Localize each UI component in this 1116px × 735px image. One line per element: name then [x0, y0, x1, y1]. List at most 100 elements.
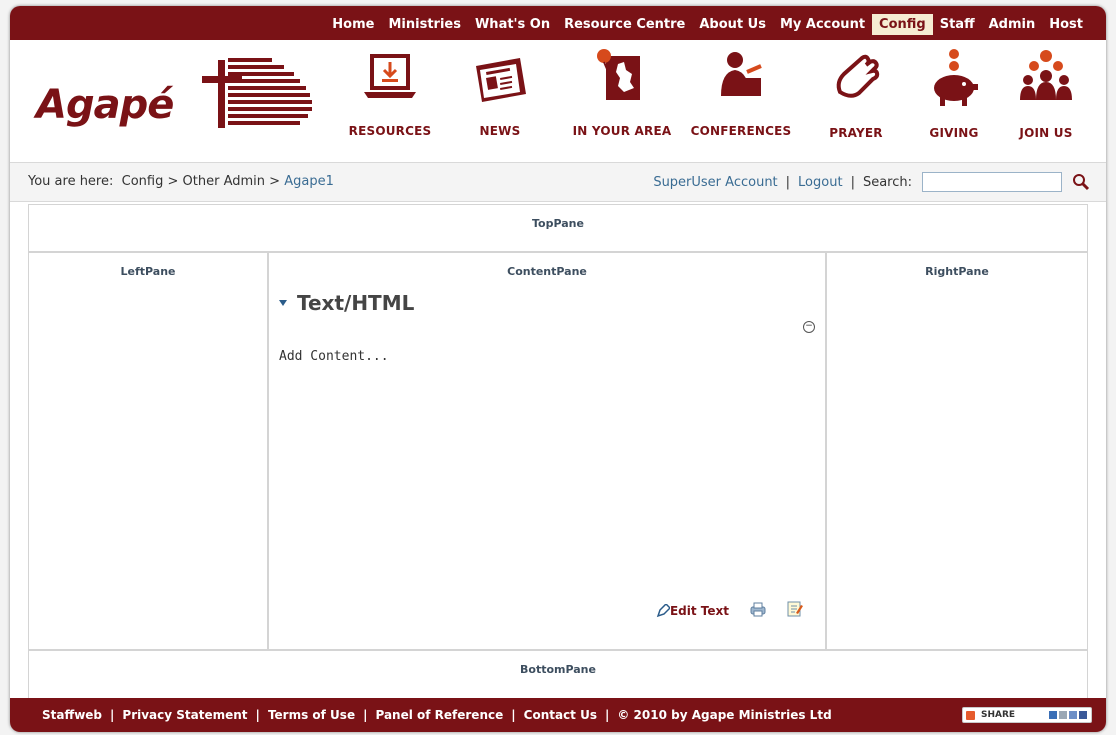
uk-map-pin-icon: [597, 49, 640, 100]
iconnav-prayer[interactable]: PRAYER: [814, 48, 898, 158]
iconnav-label: NEWS: [479, 124, 521, 138]
nav-host[interactable]: Host: [1042, 14, 1090, 35]
nav-ministries[interactable]: Ministries: [381, 14, 467, 35]
divider: |: [110, 708, 115, 722]
delicious-icon: [1049, 711, 1057, 719]
divider: |: [363, 708, 368, 722]
search-label: Search:: [862, 174, 912, 190]
group-people-icon: [1020, 50, 1072, 100]
module-content: Add Content...: [279, 349, 389, 364]
notepad-edit-icon: [787, 601, 803, 617]
iconnav-label: IN YOUR AREA: [572, 124, 672, 138]
breadcrumb-separator: >: [269, 174, 281, 189]
digg-icon: [1059, 711, 1067, 719]
nav-admin[interactable]: Admin: [982, 14, 1043, 35]
cross-cloud-logo-icon: [202, 58, 312, 128]
footer-link-contact[interactable]: Contact Us: [524, 708, 597, 722]
breadcrumb-item-config[interactable]: Config: [122, 174, 164, 189]
pane-title: LeftPane: [120, 265, 176, 278]
top-pane: TopPane: [28, 204, 1088, 252]
pane-title: RightPane: [925, 265, 989, 278]
module-actions: Edit Text: [656, 601, 803, 621]
iconnav-in-your-area[interactable]: IN YOUR AREA: [562, 48, 682, 158]
breadcrumb-separator: >: [167, 174, 179, 189]
pane-title: TopPane: [532, 217, 584, 230]
speaker-podium-icon: [721, 52, 762, 96]
stumble-icon: [1069, 711, 1077, 719]
nav-resource-centre[interactable]: Resource Centre: [557, 14, 692, 35]
pencil-icon: [656, 604, 670, 618]
divider: |: [604, 708, 610, 722]
share-button[interactable]: SHARE: [962, 707, 1092, 723]
breadcrumb-item-other-admin[interactable]: Other Admin: [183, 174, 265, 189]
search-button[interactable]: [1072, 173, 1090, 191]
iconnav-news[interactable]: NEWS: [460, 48, 540, 158]
module-settings-button[interactable]: [787, 601, 803, 621]
page-frame: Home Ministries What's On Resource Centr…: [10, 6, 1106, 732]
piggy-bank-icon: [934, 49, 978, 106]
edit-text-link[interactable]: Edit Text: [656, 604, 729, 618]
footer-link-panel[interactable]: Panel of Reference: [375, 708, 503, 722]
nav-about-us[interactable]: About Us: [692, 14, 773, 35]
site-footer: Staffweb | Privacy Statement | Terms of Use |…: [10, 698, 1106, 732]
divider: |: [255, 708, 260, 722]
iconnav-label: RESOURCES: [348, 124, 432, 138]
print-button[interactable]: [749, 601, 767, 621]
logo-text: Agapé: [36, 82, 174, 128]
breadcrumb-bar: You are here: Config > Other Admin > Aga…: [10, 162, 1106, 202]
collapse-arrow-icon[interactable]: [279, 300, 287, 306]
right-pane: RightPane: [826, 252, 1088, 650]
share-label: SHARE: [981, 710, 1016, 720]
iconnav-label: GIVING: [929, 126, 979, 140]
page-panes: TopPane LeftPane ContentPane Text/HTML −…: [28, 204, 1088, 714]
content-pane: ContentPane Text/HTML − Add Content... E…: [268, 252, 826, 650]
iconnav-label: JOIN US: [1019, 126, 1073, 140]
pane-title: ContentPane: [507, 265, 587, 278]
breadcrumb: You are here: Config > Other Admin > Aga…: [28, 174, 334, 189]
nav-config[interactable]: Config: [872, 14, 933, 35]
minimize-icon[interactable]: −: [803, 321, 815, 333]
icon-nav: RESOURCES NEWS IN YOUR AREA CONFERENCES …: [340, 48, 1100, 158]
superuser-account-link[interactable]: SuperUser Account: [653, 175, 777, 190]
newspaper-icon: [476, 58, 526, 102]
divider: |: [511, 708, 516, 722]
logout-link[interactable]: Logout: [798, 175, 843, 190]
divider: |: [785, 174, 791, 190]
iconnav-label: CONFERENCES: [690, 124, 792, 138]
iconnav-giving[interactable]: GIVING: [912, 48, 996, 158]
footer-link-staffweb[interactable]: Staffweb: [42, 708, 102, 722]
iconnav-join-us[interactable]: JOIN US: [1004, 48, 1088, 158]
footer-link-terms[interactable]: Terms of Use: [268, 708, 355, 722]
facebook-icon: [1079, 711, 1087, 719]
edit-text-label: Edit Text: [669, 604, 729, 618]
praying-hands-icon: [836, 54, 880, 98]
left-pane: LeftPane: [28, 252, 268, 650]
top-nav-menu: Home Ministries What's On Resource Centr…: [325, 14, 1090, 35]
search-input[interactable]: [922, 172, 1062, 192]
laptop-download-icon: [364, 54, 416, 98]
pane-title: BottomPane: [520, 663, 596, 676]
nav-whats-on[interactable]: What's On: [468, 14, 557, 35]
footer-link-privacy[interactable]: Privacy Statement: [122, 708, 247, 722]
nav-staff[interactable]: Staff: [933, 14, 982, 35]
footer-links: Staffweb | Privacy Statement | Terms of Use |…: [42, 708, 832, 722]
agape-logo[interactable]: Agapé: [34, 54, 314, 134]
iconnav-conferences[interactable]: CONFERENCES: [686, 48, 796, 158]
user-utility: SuperUser Account | Logout | Search:: [653, 172, 1090, 192]
nav-home[interactable]: Home: [325, 14, 381, 35]
top-nav-bar: Home Ministries What's On Resource Centr…: [10, 6, 1106, 41]
printer-icon: [750, 602, 766, 617]
copyright: © 2010 by Agape Ministries Ltd: [617, 708, 832, 722]
site-header: Agapé RESOURCES NEWS IN YOUR AREA CONFER…: [10, 40, 1106, 162]
nav-my-account[interactable]: My Account: [773, 14, 872, 35]
bottom-pane: BottomPane: [28, 650, 1088, 704]
iconnav-label: PRAYER: [829, 126, 883, 140]
iconnav-resources[interactable]: RESOURCES: [340, 48, 440, 158]
magnifier-icon: [1073, 174, 1090, 191]
breadcrumb-prefix: You are here:: [28, 174, 114, 189]
module-header: Text/HTML: [279, 291, 414, 315]
divider: |: [850, 174, 855, 190]
breadcrumb-item-current[interactable]: Agape1: [284, 174, 334, 189]
social-icons: [1047, 711, 1087, 719]
share-plus-icon: [966, 710, 975, 720]
